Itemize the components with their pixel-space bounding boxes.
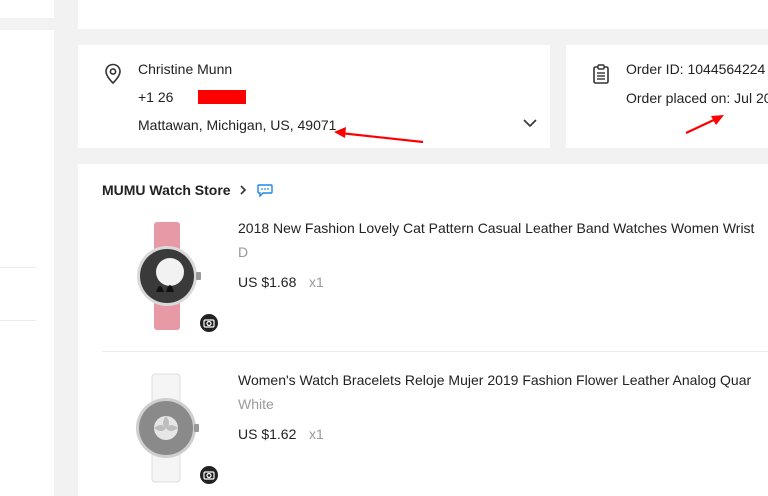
divider bbox=[0, 320, 36, 321]
product-price: US $1.62 bbox=[238, 426, 297, 442]
order-item[interactable]: Women's Watch Bracelets Reloje Mujer 201… bbox=[102, 372, 768, 496]
product-variant: D bbox=[238, 244, 249, 260]
clipboard-icon bbox=[593, 64, 609, 84]
order-info-card: Order ID: 1044564224 Order placed on: Ju… bbox=[566, 45, 768, 148]
divider bbox=[0, 267, 36, 268]
store-header[interactable]: MUMU Watch Store bbox=[102, 182, 273, 198]
redaction-bar bbox=[198, 90, 246, 104]
chat-icon[interactable] bbox=[256, 183, 273, 197]
product-quantity: x1 bbox=[309, 426, 324, 442]
product-price: US $1.68 bbox=[238, 274, 297, 290]
location-pin-icon bbox=[105, 63, 121, 85]
top-card bbox=[78, 0, 768, 29]
order-placed-date: Order placed on: Jul 20 bbox=[626, 90, 768, 106]
order-detail-page: Christine Munn +1 263 Mattawan, Michigan… bbox=[0, 0, 768, 496]
product-title[interactable]: Women's Watch Bracelets Reloje Mujer 201… bbox=[238, 372, 751, 388]
chevron-right-icon[interactable] bbox=[239, 184, 247, 196]
product-title[interactable]: 2018 New Fashion Lovely Cat Pattern Casu… bbox=[238, 220, 754, 236]
recipient-name: Christine Munn bbox=[138, 61, 233, 77]
left-panel bbox=[0, 0, 54, 496]
product-variant: White bbox=[238, 396, 274, 412]
item-divider bbox=[102, 351, 768, 352]
camera-icon[interactable] bbox=[200, 314, 218, 332]
order-item[interactable]: 2018 New Fashion Lovely Cat Pattern Casu… bbox=[102, 220, 768, 360]
order-items-card: MUMU Watch Store 2018 New Fashion Lovely… bbox=[78, 164, 768, 496]
shipping-address: Mattawan, Michigan, US, 49071 bbox=[138, 117, 337, 133]
store-name[interactable]: MUMU Watch Store bbox=[102, 182, 231, 198]
product-quantity: x1 bbox=[309, 274, 324, 290]
left-top-block bbox=[0, 0, 54, 30]
shipping-address-card[interactable]: Christine Munn +1 263 Mattawan, Michigan… bbox=[78, 45, 550, 148]
order-id: Order ID: 1044564224 bbox=[626, 61, 766, 77]
phone-prefix: +1 26 bbox=[138, 89, 174, 105]
chevron-down-icon[interactable] bbox=[522, 117, 538, 129]
camera-icon[interactable] bbox=[200, 466, 218, 484]
